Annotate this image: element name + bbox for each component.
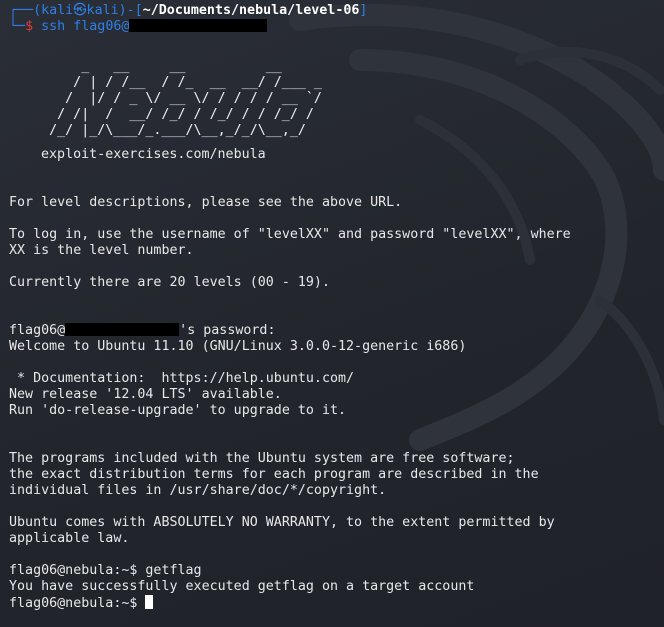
- free-software-line-2: the exact distribution terms for each pr…: [9, 467, 539, 482]
- warranty-line-2: applicable law.: [9, 531, 130, 546]
- banner-url: exploit-exercises.com/nebula: [41, 147, 266, 162]
- level-description-text: For level descriptions, please see the a…: [9, 195, 403, 210]
- documentation-line: * Documentation: https://help.ubuntu.com…: [9, 371, 355, 386]
- terminal-window[interactable]: ┌──(kali㉿kali)-[~/Documents/nebula/level…: [0, 0, 664, 627]
- banner-line-3: / |/ / _ \/ __ \/ / / / / __ `/: [17, 91, 322, 106]
- current-prompt-line[interactable]: flag06@nebula:~$: [9, 595, 664, 611]
- text-cursor[interactable]: [145, 595, 154, 609]
- current-prompt: flag06@nebula:~$: [9, 596, 146, 611]
- free-software-line-1: The programs included with the Ubuntu sy…: [9, 451, 515, 466]
- login-instructions-line-1: To log in, use the username of "levelXX"…: [9, 227, 571, 242]
- levels-count-text: Currently there are 20 levels (00 - 19).: [9, 275, 330, 290]
- getflag-command-line: flag06@nebula:~$ getflag: [9, 563, 202, 578]
- nebula-ascii-banner: _ __ __ __ / | / /__ / /_ __ __/ /___ _ …: [17, 59, 664, 139]
- welcome-message: Welcome to Ubuntu 11.10 (GNU/Linux 3.0.0…: [9, 339, 467, 354]
- terminal-output: ┌──(kali㉿kali)-[~/Documents/nebula/level…: [9, 3, 664, 611]
- prompt-user: kali: [41, 3, 74, 18]
- redacted-host-password: [65, 323, 180, 336]
- prompt-command-line: └─$ ssh flag06@: [9, 19, 664, 35]
- redacted-host: [129, 19, 268, 32]
- new-release-line: New release '12.04 LTS' available.: [9, 387, 282, 402]
- prompt-header: ┌──(kali㉿kali)-[~/Documents/nebula/level…: [9, 3, 368, 18]
- banner-line-5: /_/ |_/\___/_.___/\__,_/_/\__,_/: [17, 123, 306, 138]
- getflag-output: You have successfully executed getflag o…: [9, 579, 475, 594]
- banner-line-1: _ __ __ __: [17, 59, 282, 74]
- banner-line-2: / | / /__ / /_ __ __/ /___ _: [17, 75, 322, 90]
- prompt-host: kali: [86, 3, 119, 18]
- prompt-path: ~/Documents/nebula/level-06: [142, 3, 360, 18]
- login-instructions-line-2: XX is the level number.: [9, 243, 194, 258]
- password-prompt-user: flag06@: [9, 323, 66, 338]
- prompt-at-symbol: ㉿: [73, 3, 87, 18]
- warranty-line-1: Ubuntu comes with ABSOLUTELY NO WARRANTY…: [9, 515, 555, 530]
- upgrade-instruction-line: Run 'do-release-upgrade' to upgrade to i…: [9, 403, 347, 418]
- free-software-line-3: individual files in /usr/share/doc/*/cop…: [9, 483, 387, 498]
- ssh-command: ssh flag06@: [41, 19, 130, 34]
- banner-line-4: / /| / __/ /_/ / /_/ / / /_/ /: [17, 107, 314, 122]
- password-prompt-label: 's password:: [179, 323, 276, 338]
- password-prompt: flag06@ 's password:: [9, 323, 664, 339]
